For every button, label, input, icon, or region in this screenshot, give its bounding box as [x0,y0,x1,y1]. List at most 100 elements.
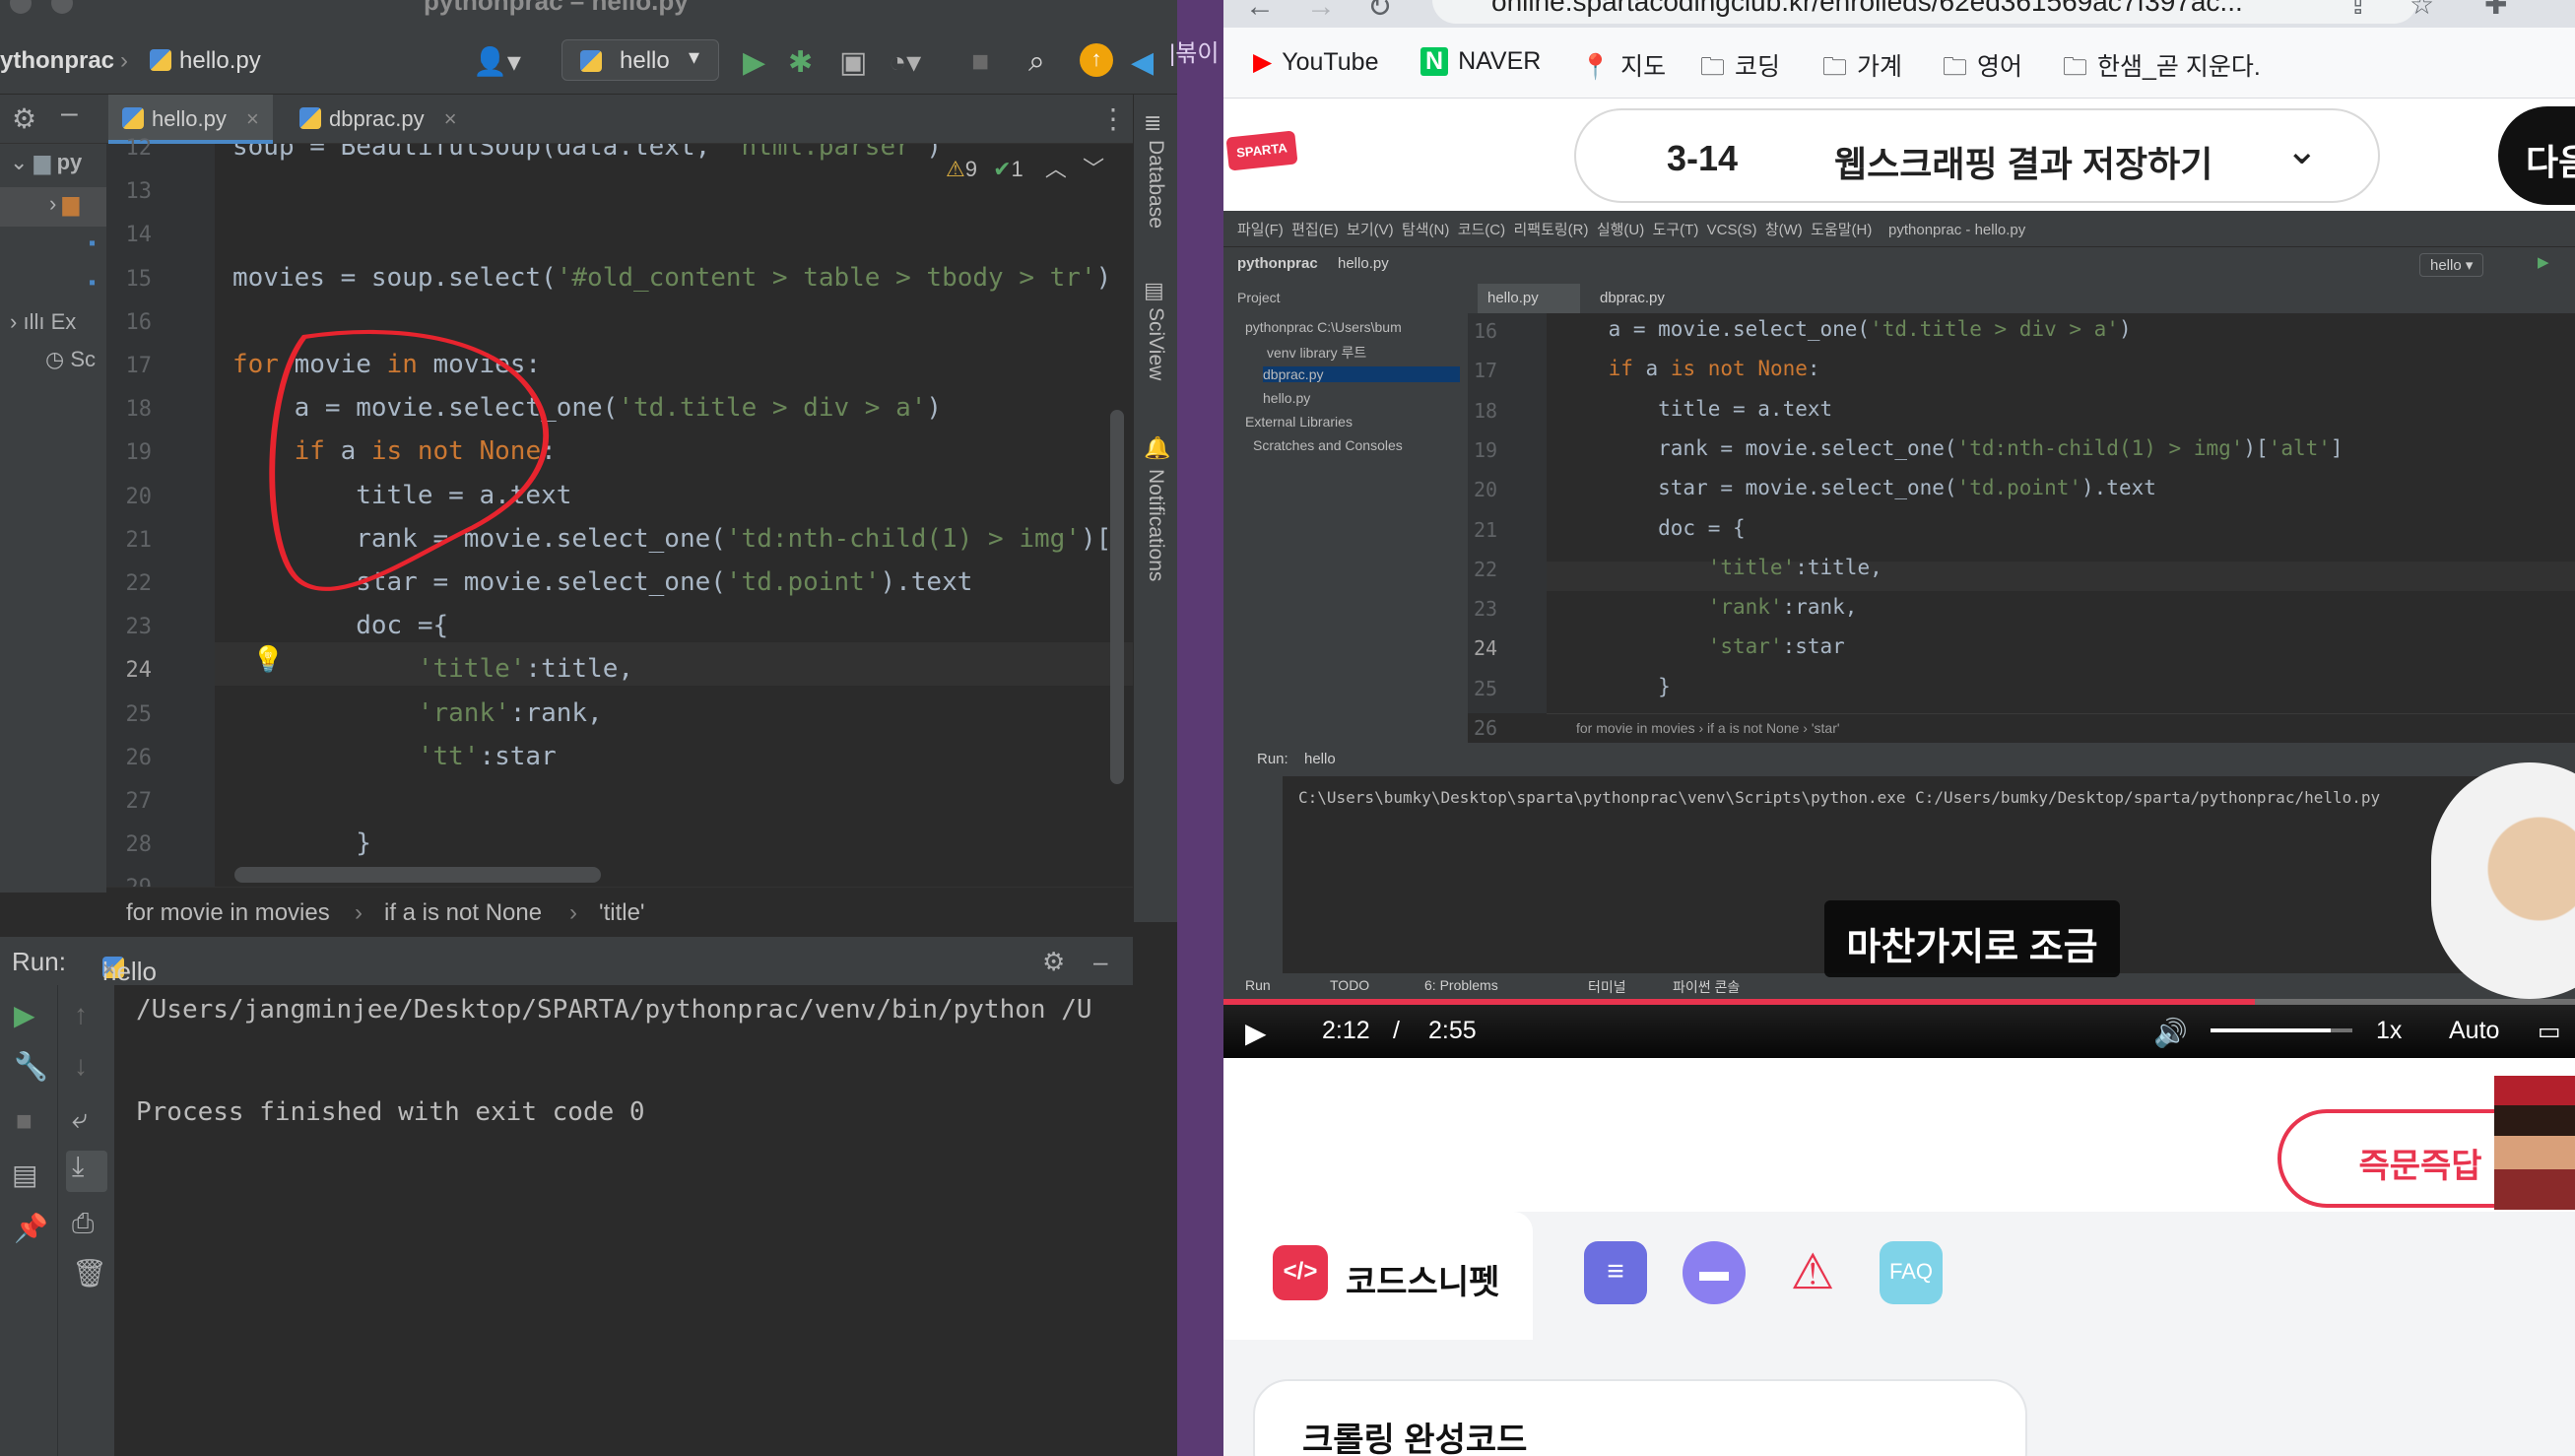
profile-icon[interactable]: ◔▾ [889,45,921,80]
crumb-dict-key[interactable]: 'title' [599,899,645,927]
stop-icon[interactable]: ■ [16,1105,33,1137]
project-item-libraries[interactable]: › ıllı Ex [10,309,76,335]
notifications-tool-button[interactable]: Notifications [1144,469,1167,581]
chat-bubble-icon[interactable]: ▬ [1683,1241,1746,1304]
wrench-icon[interactable]: 🔧 [14,1050,48,1083]
volume-fill [2211,1028,2332,1032]
video-run-label: Run: [1257,751,1288,767]
bookmark-folder-english[interactable]: 🗀 영어 [1943,47,2022,91]
run-icon[interactable]: ▶ [743,45,765,80]
quality-button[interactable]: Auto [2449,1017,2499,1045]
video-player[interactable]: 파일(F) 편집(E) 보기(V) 탐색(N) 코드(C) 리팩토링(R) 실행… [1223,211,2575,1058]
forward-icon[interactable]: → [1306,0,1336,24]
video-ide-menubar: 파일(F) 편집(E) 보기(V) 탐색(N) 코드(C) 리팩토링(R) 실행… [1223,211,2575,246]
scroll-to-end-icon[interactable]: ⤓ [66,1151,107,1192]
extensions-icon[interactable]: ✚ [2484,0,2507,21]
gear-icon[interactable]: ⚙ [12,102,36,135]
search-icon[interactable]: ⌕ [1028,45,1045,79]
close-icon[interactable]: × [444,106,457,131]
crawl-code-card[interactable]: 크롤링 완성코드 [1253,1379,2027,1456]
video-controls: ▶ 2:12 / 2:55 🔊 1x Auto ▭ [1223,999,2575,1058]
tab-dbprac-py[interactable]: dbprac.py × [286,95,471,144]
video-tab-dbprac: dbprac.py [1600,290,1665,306]
breadcrumb-project[interactable]: ythonprac [0,47,114,75]
reload-icon[interactable]: ↻ [1367,0,1392,25]
stop-icon[interactable]: ■ [971,45,989,79]
run-config-select[interactable]: hello ▾ [561,39,719,81]
print-icon[interactable]: ⎙ [72,1208,94,1240]
back-icon[interactable]: ← [1245,0,1275,24]
browser-toolbar: ← → ↻ online.spartacodingclub.kr/enrolle… [1223,0,2575,28]
address-bar[interactable]: online.spartacodingclub.kr/enrolleds/62e… [1432,0,2417,24]
video-line-number: 21 [1474,517,1498,542]
layout-icon[interactable]: ▤ [12,1158,37,1191]
bookmark-label: 코딩 [1735,53,1781,81]
code-editor[interactable]: soup = BeautifulSoup(data.text, 'html.pa… [215,144,1133,893]
minimize-icon[interactable]: – [1093,947,1107,977]
sparta-logo[interactable]: SPARTA [1225,130,1298,171]
crawl-code-title: 크롤링 완성코드 [1302,1422,1528,1456]
project-item-root[interactable]: ⌄ ▆ py [10,150,82,175]
database-tool-button[interactable]: Database [1144,140,1167,229]
code-token: if [1608,357,1646,381]
bookmark-youtube[interactable]: ▶ YouTube [1253,47,1378,77]
vertical-scrollbar[interactable] [1110,410,1124,784]
sciview-tool-button[interactable]: SciView [1144,307,1167,380]
expand-arrow-icon[interactable]: › ▆ [49,191,79,217]
code-token: rank = movie.select_one( [1558,435,1957,460]
minimize-icon[interactable]: – [61,97,78,130]
line-number: 12 [125,136,153,161]
line-number: 27 [125,789,153,814]
youtube-icon: ▶ [1253,48,1273,76]
volume-icon[interactable]: 🔊 [2153,1017,2188,1049]
bookmark-map[interactable]: 📍 지도 [1580,47,1666,83]
annotation-layer [269,329,550,591]
star-icon[interactable]: ☆ [2410,0,2434,21]
soft-wrap-icon[interactable]: ⤶ [72,1103,88,1136]
tab-code-snippet[interactable]: </> 코드스니펫 [1223,1212,1533,1340]
speed-button[interactable]: 1x [2376,1017,2402,1045]
rerun-icon[interactable]: ▶ [14,999,35,1031]
faq-icon[interactable]: FAQ [1880,1241,1943,1304]
bookmark-folder-hanssem[interactable]: 🗀 한샘_곧 지운다. [2063,47,2261,91]
trash-icon[interactable]: 🗑 [72,1257,107,1290]
play-icon[interactable]: ▶ [1245,1017,1267,1049]
window-close-dot[interactable] [10,0,32,14]
captions-icon[interactable]: ▭ [2538,1017,2561,1046]
video-status-item: 터미널 [1588,979,1626,995]
video-tree-item: hello.py [1263,390,1311,406]
bookmark-naver[interactable]: N NAVER [1420,47,1541,76]
breadcrumb-file[interactable]: hello.py [150,47,261,75]
map-pin-icon: 📍 [1580,53,1612,81]
video-breadcrumbs: for movie in movies › if a is not None ›… [1547,713,2575,743]
close-icon[interactable]: × [246,106,259,131]
bookmark-folder-coding[interactable]: 🗀 코딩 [1700,47,1780,91]
gear-icon[interactable]: ⚙ [1042,947,1065,977]
run-console[interactable]: /Users/jangminjee/Desktop/SPARTA/pythonp… [114,985,1133,1456]
share-icon[interactable]: ⇪ [2346,0,2369,21]
project-item-scratches[interactable]: ◷ Sc [45,347,96,372]
crumb-for-loop[interactable]: for movie in movies [126,899,330,927]
more-vertical-icon[interactable]: ⋮ [1099,102,1127,135]
lesson-selector[interactable]: 3-14 웹스크래핑 결과 저장하기 ⌄ [1574,108,2380,203]
close-icon[interactable]: × [102,957,115,982]
warning-icon[interactable]: ⚠ [1781,1241,1844,1304]
video-code-line: 'rank':rank, [1558,595,1858,619]
user-icon[interactable]: 👤▾ [473,45,521,78]
crumb-if[interactable]: if a is not None [384,899,542,927]
video-editor-tabs: hello.py dbprac.py [1468,282,2575,313]
code-token: :title, [1795,555,1882,579]
arrow-up-icon[interactable]: ↑ [74,999,88,1030]
update-icon[interactable]: ↑ [1080,43,1113,77]
document-list-icon[interactable]: ≡ [1584,1241,1647,1304]
debug-icon[interactable]: ✱ [788,45,813,80]
pin-icon[interactable]: 📌 [14,1212,48,1244]
coverage-icon[interactable]: ▣ [839,45,867,80]
window-minimize-dot[interactable] [51,0,73,14]
bookmark-folder-budget[interactable]: 🗀 가계 [1822,47,1902,91]
arrow-down-icon[interactable]: ↓ [74,1050,88,1082]
jetbrains-toolbox-icon[interactable]: ◀ [1131,45,1154,80]
lesson-title: 웹스크래핑 결과 저장하기 [1834,144,2213,184]
next-lesson-button[interactable]: 다음 [2498,106,2575,205]
video-code-line: 'star':star [1558,634,1845,658]
